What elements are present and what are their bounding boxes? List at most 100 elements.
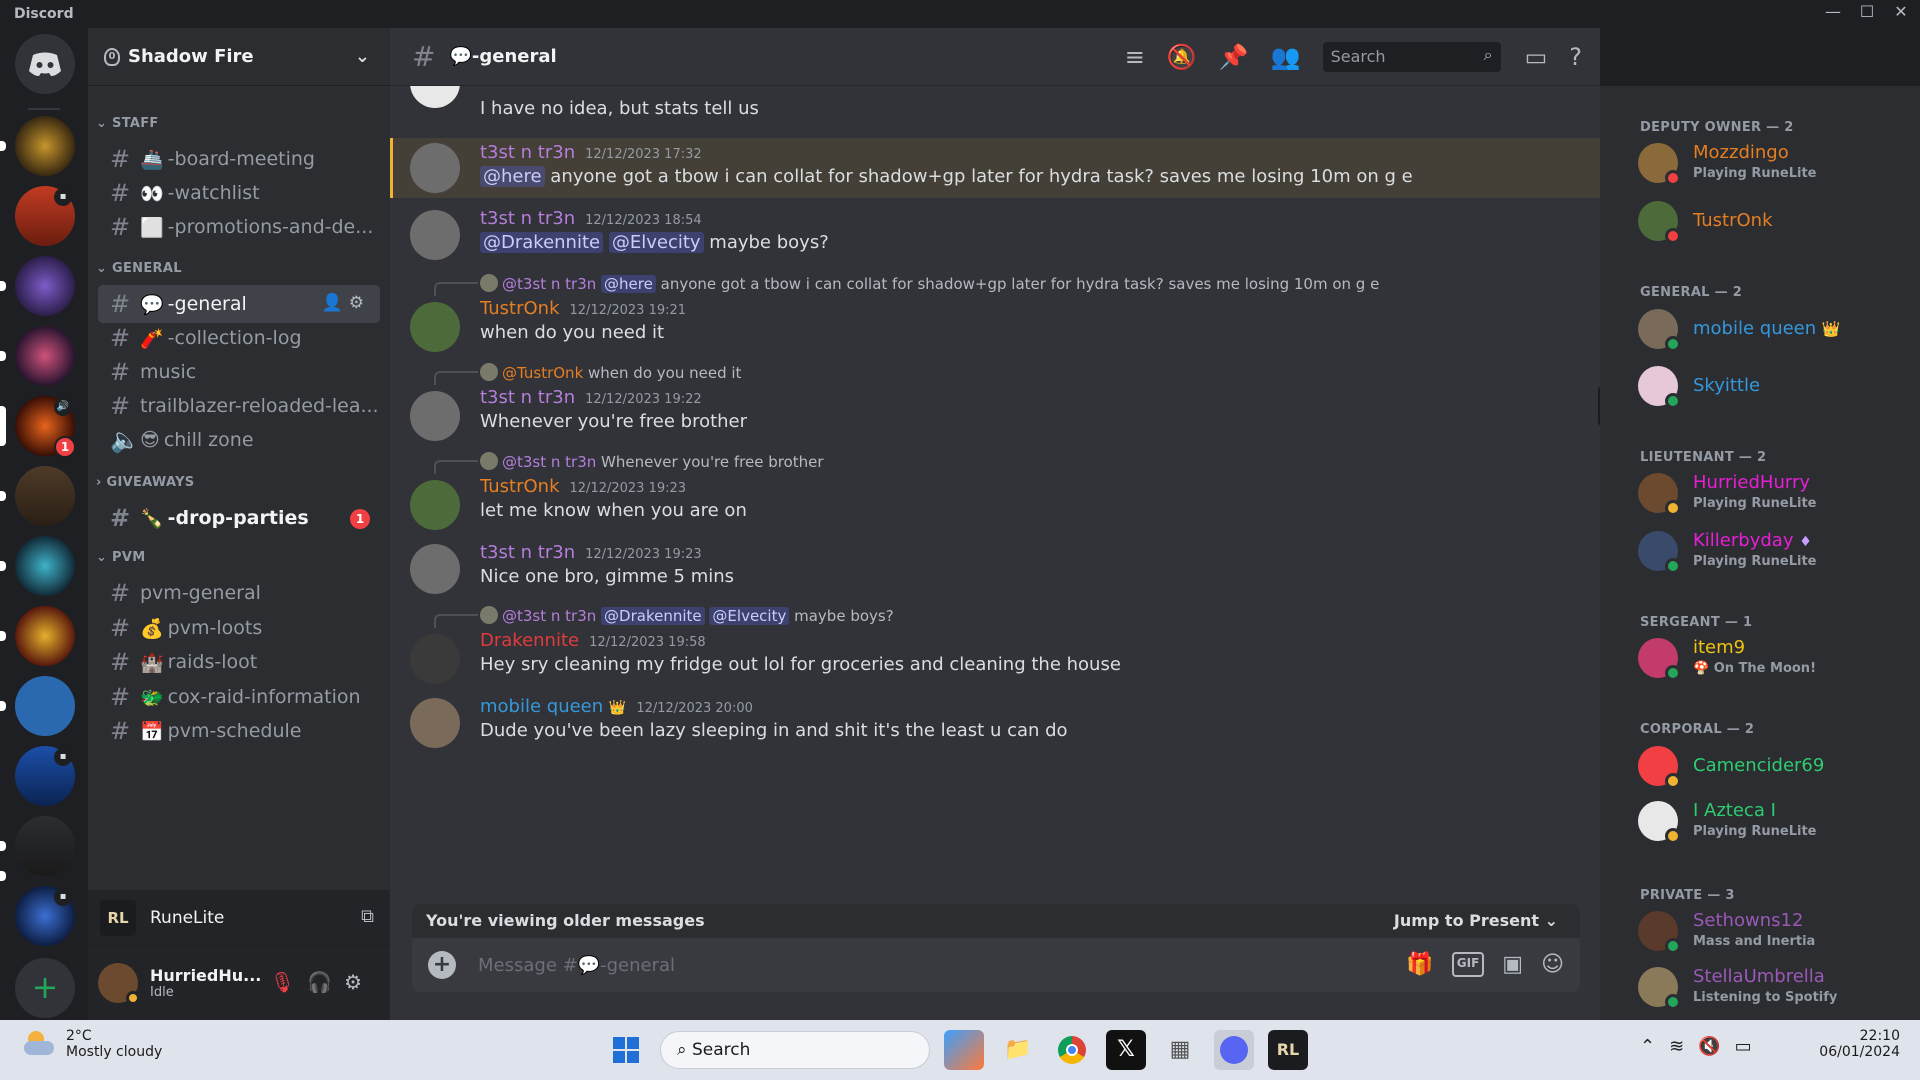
category-staff[interactable]: ⌄ STAFF (96, 116, 159, 131)
add-server-button[interactable]: + (15, 958, 75, 1018)
message-author[interactable]: t3st n tr3n 12/12/2023 19:23 (480, 542, 702, 563)
member-item[interactable]: Sethowns12 Mass and Inertia (1638, 906, 1908, 956)
guild-icon-purple[interactable] (15, 256, 75, 316)
discord-taskbar-icon[interactable] (1214, 1030, 1254, 1070)
guild-icon-rs-wiki[interactable] (15, 676, 75, 736)
member-item[interactable]: item9 🍄 On The Moon! (1638, 633, 1908, 683)
member-item[interactable]: Skyittle (1638, 361, 1908, 411)
minimize-button[interactable]: — (1818, 2, 1848, 21)
x-app-icon[interactable]: 𝕏 (1106, 1030, 1146, 1070)
reply-preview[interactable]: @t3st n tr3n Whenever you're free brothe… (480, 452, 824, 471)
guild-icon-king[interactable] (15, 466, 75, 526)
avatar[interactable] (410, 480, 460, 530)
mention[interactable]: @here (480, 166, 545, 187)
message-input[interactable] (478, 954, 1278, 976)
guild-icon-teal[interactable] (15, 536, 75, 596)
guild-icon-lba[interactable] (15, 816, 75, 876)
channel-music[interactable]: # music (98, 353, 380, 391)
upload-plus-button[interactable]: + (428, 951, 456, 979)
weather-widget[interactable]: 2°C Mostly cloudy (22, 1028, 162, 1060)
search-input[interactable]: Search ⌕ (1322, 42, 1501, 72)
screen-share-icon[interactable]: ⧉ (361, 906, 374, 927)
channel-promotions[interactable]: # ⬜ -promotions-and-de... (98, 208, 380, 246)
calculator-icon[interactable]: ▦ (1160, 1030, 1200, 1070)
notification-bell-muted-icon[interactable]: 🔕 (1167, 43, 1197, 71)
message-author[interactable]: mobile queen 👑 12/12/2023 20:00 (480, 696, 753, 717)
mention[interactable]: @Elvecity (608, 232, 704, 253)
message-author[interactable]: t3st n tr3n 12/12/2023 18:54 (480, 208, 702, 229)
channel-watchlist[interactable]: # 👀 -watchlist (98, 174, 380, 212)
volume-muted-icon[interactable]: 🔇 (1698, 1036, 1734, 1057)
avatar[interactable] (410, 391, 460, 441)
server-header[interactable]: 0 Shadow Fire ⌄ (88, 28, 390, 86)
home-button[interactable] (15, 34, 75, 94)
copilot-icon[interactable] (944, 1030, 984, 1070)
avatar[interactable] (410, 302, 460, 352)
message-author[interactable]: TustrOnk 12/12/2023 19:21 (480, 298, 686, 319)
user-names[interactable]: HurriedHu... Idle (150, 966, 261, 1000)
member-item[interactable]: StellaUmbrella Listening to Spotify (1638, 962, 1908, 1012)
channel-drop-parties[interactable]: # 🍾 -drop-parties 1 (98, 499, 380, 537)
chevron-up-icon[interactable]: ⌃ (1640, 1036, 1669, 1057)
channel-raids-loot[interactable]: # 🏰 raids-loot (98, 643, 380, 681)
gift-icon[interactable]: 🎁 (1406, 952, 1433, 977)
wifi-icon[interactable]: ≋ (1669, 1036, 1698, 1057)
member-item[interactable]: mobile queen 👑 (1638, 304, 1908, 354)
reply-preview[interactable]: @t3st n tr3n @Drakennite @Elvecity maybe… (480, 606, 894, 625)
avatar[interactable] (410, 634, 460, 684)
runelite-taskbar-icon[interactable]: RL (1268, 1030, 1308, 1070)
mention[interactable]: @here (601, 275, 656, 293)
mention[interactable]: @Drakennite (480, 232, 604, 253)
avatar[interactable] (410, 143, 460, 193)
file-explorer-icon[interactable]: 📁 (998, 1030, 1038, 1070)
windows-start-icon[interactable] (606, 1030, 646, 1070)
clock[interactable]: 22:10 06/01/2024 (1819, 1028, 1900, 1060)
guild-icon-new-skill[interactable] (15, 606, 75, 666)
channel-pvm-general[interactable]: # pvm-general (98, 574, 380, 612)
member-list-icon[interactable]: 👥 (1271, 43, 1301, 71)
mic-muted-icon[interactable]: 🎙 (270, 970, 307, 994)
activity-panel[interactable]: RL RuneLite ⧉ (88, 890, 390, 946)
member-item[interactable]: I Azteca I Playing RuneLite (1638, 796, 1908, 846)
reply-preview[interactable]: @TustrOnk when do you need it (480, 363, 741, 382)
inbox-icon[interactable]: ▭ (1525, 43, 1548, 71)
avatar[interactable] (410, 544, 460, 594)
category-giveaways[interactable]: › GIVEAWAYS (96, 475, 194, 490)
channel-board-meeting[interactable]: # 🚢 -board-meeting (98, 140, 380, 178)
close-window-button[interactable]: ✕ (1886, 2, 1916, 21)
taskbar-search[interactable]: ⌕ Search (660, 1031, 930, 1069)
mention[interactable]: @Elvecity (709, 607, 790, 625)
avatar[interactable] (410, 86, 460, 108)
member-item[interactable]: HurriedHurry Playing RuneLite (1638, 468, 1908, 518)
chrome-icon[interactable] (1052, 1030, 1092, 1070)
channel-cox-raid-information[interactable]: # 🐲 cox-raid-information (98, 678, 380, 716)
gif-button[interactable]: GIF (1451, 952, 1485, 977)
user-settings-gear-icon[interactable]: ⚙ (344, 970, 374, 994)
member-item[interactable]: TustrOnk (1638, 196, 1908, 246)
battery-icon[interactable]: ▭ (1735, 1036, 1766, 1057)
member-item[interactable]: Camencider69 (1638, 741, 1908, 791)
category-pvm[interactable]: ⌄ PVM (96, 550, 145, 565)
member-item[interactable]: Killerbyday ♦ Playing RuneLite (1638, 526, 1908, 576)
pin-icon[interactable]: 📌 (1219, 43, 1249, 71)
headphones-icon[interactable]: 🎧 (307, 970, 344, 994)
avatar[interactable] (98, 963, 140, 1005)
message-author[interactable]: t3st n tr3n 12/12/2023 17:32 (480, 142, 702, 163)
avatar[interactable] (410, 210, 460, 260)
message-author[interactable]: Drakennite 12/12/2023 19:58 (480, 630, 706, 651)
mention[interactable]: @Drakennite (601, 607, 705, 625)
invite-icon[interactable]: 👤 (322, 293, 349, 313)
help-icon[interactable]: ? (1569, 43, 1582, 71)
threads-icon[interactable]: ≡ (1125, 43, 1145, 71)
member-item[interactable]: Mozzdingo Playing RuneLite (1638, 138, 1908, 188)
sticker-icon[interactable]: ▣ (1502, 952, 1523, 977)
channel-general[interactable]: # 💬 -general 👤⚙ (98, 285, 380, 323)
emoji-icon[interactable]: ☺ (1541, 952, 1564, 977)
maximize-button[interactable]: ☐ (1852, 2, 1882, 21)
jump-to-present-button[interactable]: Jump to Present ⌄ (1394, 911, 1558, 930)
channel-collection-log[interactable]: # 🧨 -collection-log (98, 319, 380, 357)
guild-icon-pink[interactable] (15, 326, 75, 386)
category-general[interactable]: ⌄ GENERAL (96, 261, 182, 276)
guild-icon-spartan[interactable] (15, 116, 75, 176)
channel-trailblazer[interactable]: # trailblazer-reloaded-lea... (98, 387, 380, 425)
